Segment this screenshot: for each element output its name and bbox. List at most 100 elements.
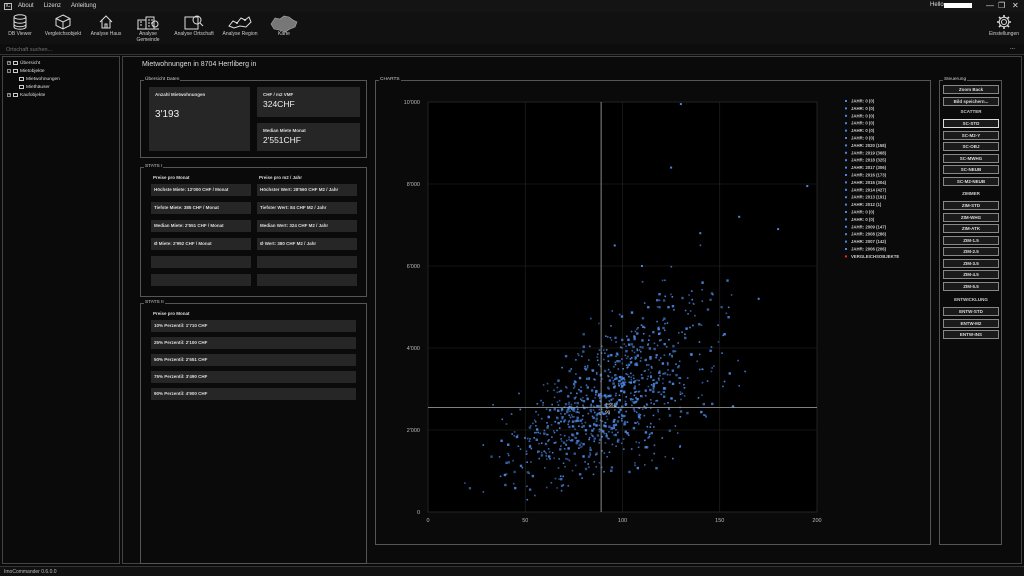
- legend-entry[interactable]: JAHR: 0 (0): [851, 121, 875, 126]
- scatter-chart[interactable]: 0 50 100 150 200 0 2'000 4'000 6'000 8'000 10'000 2…: [376, 84, 926, 526]
- scatter-point: [616, 360, 619, 363]
- scatter-point: [571, 420, 575, 423]
- x-tick-label: 50: [522, 518, 528, 524]
- legend-entry[interactable]: JAHR: 2008 (286): [851, 232, 887, 237]
- entwicklung-mode-button[interactable]: ENTW-INS: [943, 330, 999, 339]
- scatter-point: [559, 434, 562, 436]
- zoom-back-button[interactable]: Zoom Back: [943, 85, 999, 94]
- scatter-point: [571, 469, 574, 472]
- analyse-gemeinde-button[interactable]: Analyse Gemeinde: [127, 14, 169, 43]
- zimmer-mode-button[interactable]: ZIM-4.5: [943, 270, 999, 279]
- scatter-mode-button[interactable]: SC-STD: [943, 119, 999, 128]
- scatter-point: [646, 425, 649, 428]
- legend-entry[interactable]: JAHR: 0 (0): [851, 136, 875, 141]
- restore-icon[interactable]: ❐: [998, 1, 1005, 10]
- settings-button[interactable]: Einstellungen: [986, 14, 1022, 37]
- scatter-point: [672, 350, 675, 353]
- expand-toggle[interactable]: +: [7, 61, 11, 65]
- scatter-point: [652, 379, 654, 382]
- scatter-point: [635, 441, 638, 443]
- scatter-point: [649, 388, 652, 392]
- overview-panel: Übersicht Daten Anzahl Mietwohnungen 3'1…: [140, 77, 367, 158]
- legend-entry[interactable]: JAHR: 2014 (427): [851, 187, 887, 192]
- zimmer-mode-button[interactable]: ZIM-2.5: [943, 247, 999, 256]
- legend-entry[interactable]: JAHR: 2020 (158): [851, 143, 887, 148]
- zimmer-mode-button[interactable]: ZIM-STD: [943, 201, 999, 210]
- legend-entry[interactable]: JAHR: 0 (0): [851, 99, 875, 104]
- analyse-region-button[interactable]: Analyse Region: [221, 14, 259, 37]
- scatter-point: [588, 378, 590, 381]
- legend-entry[interactable]: JAHR: 2007 (142): [851, 239, 887, 244]
- zimmer-mode-button[interactable]: ZIM-5.5: [943, 281, 999, 291]
- legend-entry[interactable]: JAHR: 2017 (306): [851, 165, 887, 170]
- legend-entry[interactable]: JAHR: 2006 (206): [851, 247, 887, 252]
- stats-1-right-row: Tiefster Wert: 84 CHF M2 / Jahr: [257, 202, 357, 214]
- scatter-point: [607, 368, 610, 371]
- expand-toggle[interactable]: +: [7, 93, 11, 97]
- tree-item-kaufobjekte[interactable]: + Kaufobjekte: [7, 91, 115, 99]
- scatter-point: [596, 359, 599, 362]
- legend-entry[interactable]: JAHR: 2016 (173): [851, 173, 887, 178]
- search-input[interactable]: [6, 45, 206, 54]
- tree-item-miethaeuser[interactable]: Miethäuser: [7, 83, 115, 91]
- status-bar: ImoCommander 0.6.0.0: [0, 566, 1024, 576]
- scatter-point: [641, 281, 644, 283]
- more-options-button[interactable]: ...: [1010, 45, 1015, 51]
- scatter-point: [635, 362, 638, 365]
- menu-lizenz[interactable]: Lizenz: [44, 3, 61, 9]
- scatter-point: [543, 429, 546, 432]
- scatter-mode-button[interactable]: SC-M2-Y: [943, 130, 999, 140]
- legend-entry[interactable]: JAHR: 2012 (1): [851, 202, 882, 207]
- zimmer-mode-button[interactable]: ZIM-1.5: [943, 235, 999, 245]
- scatter-mode-button[interactable]: SC-M2-NEUB: [943, 176, 999, 186]
- scatter-point: [565, 444, 567, 446]
- expand-toggle[interactable]: -: [7, 69, 11, 73]
- tree-item-mietwohnungen[interactable]: Mietwohnungen: [7, 75, 115, 83]
- entwicklung-mode-button[interactable]: ENTW-M2: [943, 318, 999, 328]
- legend-entry[interactable]: JAHR: 2018 (325): [851, 158, 887, 163]
- scatter-mode-button[interactable]: SC-OBJ: [943, 142, 999, 151]
- scatter-point: [615, 341, 617, 343]
- scatter-mode-button[interactable]: SC-NEUB: [943, 165, 999, 174]
- legend-entry[interactable]: VERGLEICHSOBJEKTE: [851, 254, 899, 259]
- db-viewer-button[interactable]: DB Viewer: [6, 14, 34, 37]
- tree-item-label: Mietwohnungen: [26, 76, 60, 82]
- legend-entry[interactable]: JAHR: 2015 (304): [851, 180, 887, 185]
- legend-entry[interactable]: JAHR: 2013 (191): [851, 195, 887, 200]
- entwicklung-mode-button[interactable]: ENTW-STD: [943, 307, 999, 316]
- legend-entry[interactable]: JAHR: 0 (0): [851, 128, 875, 133]
- tool-label: Vergleichsobjekt: [44, 31, 82, 37]
- scatter-point: [641, 317, 645, 320]
- zimmer-mode-button[interactable]: ZIM-3.5: [943, 258, 999, 268]
- minimize-icon[interactable]: —: [986, 1, 994, 10]
- legend-entry[interactable]: JAHR: 0 (0): [851, 106, 875, 111]
- tree-item-uebersicht[interactable]: + Übersicht: [7, 59, 115, 67]
- stats-1-head-left: Preise pro Monat: [153, 175, 190, 180]
- legend-entry[interactable]: JAHR: 0 (0): [851, 217, 875, 222]
- analyse-haus-button[interactable]: Analyse Haus: [90, 14, 122, 37]
- menu-anleitung[interactable]: Anleitung: [71, 3, 96, 9]
- vergleichsobjekt-button[interactable]: Vergleichsobjekt: [42, 14, 84, 37]
- scatter-point: [535, 438, 538, 441]
- legend-entry[interactable]: JAHR: 2019 (368): [851, 150, 887, 155]
- tree-item-mietobjekte[interactable]: - Mietobjekte: [7, 67, 115, 75]
- analyse-ortschaft-button[interactable]: Analyse Ortschaft: [174, 14, 214, 37]
- scatter-point: [637, 327, 639, 329]
- legend-entry[interactable]: JAHR: 0 (0): [851, 113, 875, 118]
- zimmer-mode-button[interactable]: ZIM-WHG: [943, 212, 999, 222]
- legend-entry[interactable]: JAHR: 2009 (147): [851, 224, 887, 229]
- scatter-point: [545, 433, 548, 436]
- scatter-point: [641, 339, 644, 342]
- x-tick-label: 200: [812, 518, 821, 524]
- scatter-point: [694, 314, 696, 317]
- save-image-button[interactable]: Bild speichern...: [943, 96, 999, 106]
- scatter-mode-button[interactable]: SC-MWHG: [943, 153, 999, 163]
- scatter-point: [536, 403, 539, 405]
- legend-entry[interactable]: JAHR: 0 (0): [851, 210, 875, 215]
- zimmer-mode-button[interactable]: ZIM-ATK: [943, 224, 999, 233]
- scatter-point: [505, 423, 508, 425]
- close-icon[interactable]: ✕: [1012, 1, 1019, 10]
- karte-button[interactable]: Karte: [268, 14, 300, 41]
- scatter-point: [565, 452, 568, 456]
- menu-about[interactable]: About: [18, 3, 34, 9]
